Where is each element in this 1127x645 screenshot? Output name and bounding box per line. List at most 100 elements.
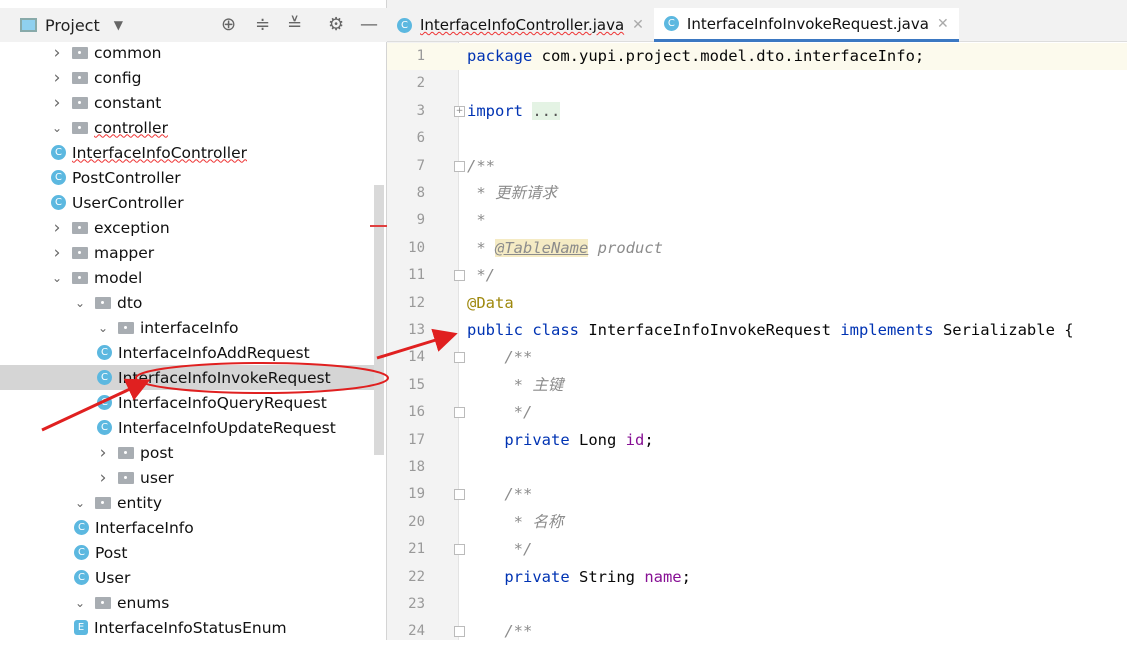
- tree-item[interactable]: C Post: [0, 540, 387, 565]
- tree-item[interactable]: › user: [0, 465, 387, 490]
- code-line: * 主键: [467, 372, 564, 399]
- tree-item[interactable]: › constant: [0, 90, 387, 115]
- code-line: * 更新请求: [467, 180, 557, 207]
- class-icon: C: [663, 16, 679, 31]
- class-icon: C: [51, 170, 66, 185]
- chevron-right-icon[interactable]: ›: [50, 218, 64, 238]
- code-token: @TableName: [495, 238, 589, 257]
- line-number: 23: [408, 596, 425, 612]
- chevron-down-icon[interactable]: ⌄: [73, 496, 87, 510]
- fold-collapse-icon[interactable]: [454, 352, 465, 364]
- code-token: *: [467, 238, 495, 257]
- code-line: package com.yupi.project.model.dto.inter…: [467, 43, 924, 70]
- fold-collapse-icon[interactable]: [454, 407, 465, 419]
- code-token: * 名称: [467, 512, 564, 531]
- tree-item[interactable]: ⌄ enums: [0, 590, 387, 615]
- tree-item-label: entity: [117, 493, 162, 512]
- code-line: public class InterfaceInfoInvokeRequest …: [467, 317, 1074, 344]
- tree-item[interactable]: C InterfaceInfo: [0, 515, 387, 540]
- tree-item[interactable]: C InterfaceInfoAddRequest: [0, 340, 387, 365]
- gear-icon[interactable]: ⚙: [328, 14, 344, 35]
- fold-collapse-icon[interactable]: [454, 626, 465, 638]
- tree-item-label: InterfaceInfoQueryRequest: [118, 393, 327, 412]
- chevron-right-icon[interactable]: ›: [50, 93, 64, 113]
- tree-item-label: dto: [117, 293, 143, 312]
- close-icon[interactable]: ✕: [937, 16, 949, 32]
- chevron-down-icon[interactable]: ⌄: [73, 596, 87, 610]
- fold-collapse-icon[interactable]: [454, 544, 465, 556]
- chevron-right-icon[interactable]: ›: [50, 68, 64, 88]
- code-token: ;: [681, 567, 691, 586]
- collapse-all-icon[interactable]: ≚: [287, 14, 302, 35]
- close-icon[interactable]: ✕: [632, 17, 644, 33]
- tree-item-label: PostController: [72, 168, 181, 187]
- tree-item-label: constant: [94, 93, 162, 112]
- chevron-right-icon[interactable]: ›: [96, 468, 110, 488]
- tree-item[interactable]: ⌄ dto: [0, 290, 387, 315]
- fold-collapse-icon[interactable]: [454, 489, 465, 501]
- code-token: package: [467, 47, 533, 65]
- tree-item[interactable]: › exception: [0, 215, 387, 240]
- tree-item[interactable]: ⌄ interfaceInfo: [0, 315, 387, 340]
- tree-item-label: InterfaceInfoInvokeRequest: [118, 368, 331, 387]
- code-line: * 名称: [467, 509, 564, 536]
- code-line: */: [467, 536, 533, 563]
- line-number: 17: [408, 431, 425, 448]
- chevron-right-icon[interactable]: ›: [50, 243, 64, 263]
- tree-item[interactable]: C InterfaceInfoQueryRequest: [0, 390, 387, 415]
- chevron-down-icon[interactable]: ⌄: [50, 121, 64, 135]
- tree-item[interactable]: C PostController: [0, 165, 387, 190]
- tree-item-label: model: [94, 268, 143, 287]
- chevron-down-icon[interactable]: ▼: [114, 18, 123, 32]
- chevron-right-icon[interactable]: ›: [50, 43, 64, 63]
- fold-collapse-icon[interactable]: [454, 160, 465, 172]
- fold-expand-icon[interactable]: +: [454, 105, 465, 117]
- project-title[interactable]: Project: [45, 16, 100, 35]
- tree-item[interactable]: › config: [0, 65, 387, 90]
- tree-item-label: Post: [95, 543, 128, 562]
- tree-item[interactable]: › post: [0, 440, 387, 465]
- tree-item-label: common: [94, 43, 162, 62]
- tree-item[interactable]: C InterfaceInfoInvokeRequest: [0, 365, 374, 390]
- tree-item[interactable]: ⌄ model: [0, 265, 387, 290]
- tree-item-label: user: [140, 468, 174, 487]
- tree-item[interactable]: C User: [0, 565, 387, 590]
- chevron-down-icon[interactable]: ⌄: [50, 271, 64, 285]
- class-icon: C: [51, 145, 66, 160]
- expand-all-icon[interactable]: ≑: [255, 14, 270, 35]
- folder-icon: [72, 96, 88, 109]
- minimize-icon[interactable]: —: [360, 14, 378, 35]
- fold-collapse-icon[interactable]: [454, 270, 465, 282]
- tree-item[interactable]: E InterfaceInfoStatusEnum: [0, 615, 387, 640]
- tree-item[interactable]: C InterfaceInfoUpdateRequest: [0, 415, 387, 440]
- tree-item[interactable]: ⌄ controller: [0, 115, 387, 140]
- code-token: implements: [840, 321, 934, 339]
- tab-1[interactable]: C InterfaceInfoInvokeRequest.java ✕: [653, 8, 959, 42]
- line-number: 8: [416, 185, 425, 201]
- tree-item[interactable]: › common: [0, 40, 387, 65]
- tree-item[interactable]: C UserController: [0, 190, 387, 215]
- chevron-down-icon[interactable]: ⌄: [96, 321, 110, 335]
- line-number: 24: [408, 623, 425, 640]
- code-line: private Long id;: [467, 427, 653, 454]
- tab-0[interactable]: C InterfaceInfoController.java ✕: [387, 8, 654, 42]
- locate-icon[interactable]: ⊕: [221, 14, 236, 35]
- tree-item[interactable]: C InterfaceInfoController: [0, 140, 387, 165]
- tree-item-label: UserController: [72, 193, 184, 212]
- line-number: 13: [408, 322, 425, 338]
- code-line: /**: [467, 618, 532, 645]
- line-number: 6: [416, 130, 425, 147]
- chevron-down-icon[interactable]: ⌄: [73, 296, 87, 310]
- chevron-right-icon[interactable]: ›: [96, 443, 110, 463]
- tab-label: InterfaceInfoController.java: [420, 16, 625, 34]
- folder-icon: [95, 596, 111, 609]
- tree-item[interactable]: ⌄ entity: [0, 490, 387, 515]
- folder-icon: [72, 271, 88, 284]
- line-number: 12: [408, 294, 425, 311]
- tree-item-label: InterfaceInfoController: [72, 143, 247, 162]
- tree-item-label: InterfaceInfoAddRequest: [118, 343, 310, 362]
- code-token: /**: [467, 485, 533, 504]
- editor-tabs: C InterfaceInfoController.java ✕ C Interface…: [387, 8, 1127, 42]
- tree-item[interactable]: › mapper: [0, 240, 387, 265]
